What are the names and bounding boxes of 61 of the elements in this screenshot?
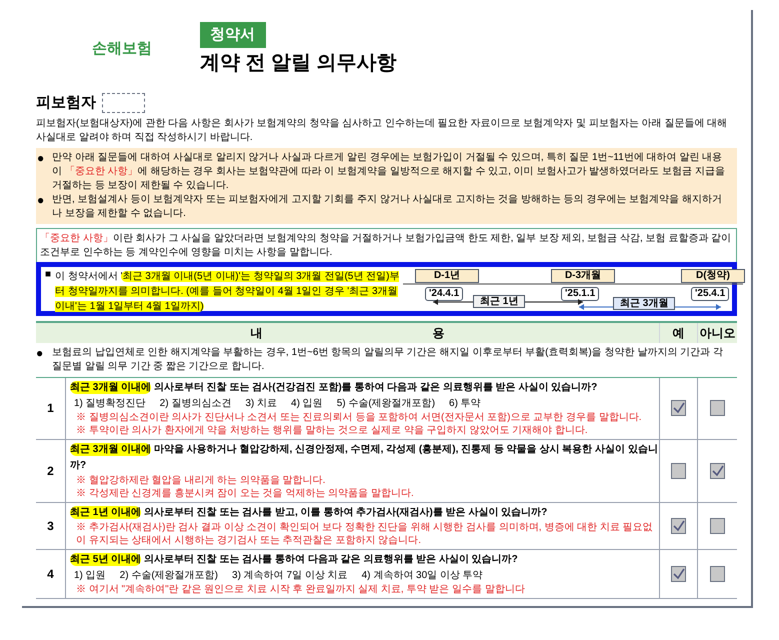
option-text: 1) 입원 [74, 568, 106, 582]
checkbox[interactable] [671, 462, 686, 478]
check-icon [672, 568, 684, 580]
question-number: 3 [36, 502, 66, 548]
timeline-date: '24.4.1 [425, 286, 464, 300]
checkbox[interactable] [671, 518, 686, 534]
timeline-label: D(청약) [681, 268, 745, 282]
bullet: ● [36, 192, 46, 208]
timeline-label: D-1년 [415, 268, 479, 282]
check-icon [672, 402, 684, 414]
checkbox[interactable] [710, 462, 725, 478]
section-label: 피보험자 [36, 93, 96, 113]
timeline-date: '25.4.1 [691, 286, 730, 300]
checkbox[interactable] [671, 400, 686, 416]
question-number: 4 [36, 550, 66, 598]
note-text: ※ 추가검사(재검사)란 검사 결과 이상 소견이 확인되어 보다 정확한 진단을 위해 시행한 검사를 의미하며, 병증에 대한 치료 필요없이 유지되는 상태에서 시행하는 경기검사 또는 추적관찰은 포함하지 않습니다. [75, 520, 654, 546]
note-text: ※ 각성제란 신경계를 흥분시켜 잠이 오는 것을 억제하는 의약품을 말합니다. [75, 486, 415, 500]
note-text: ※ 여기서 "계속하여"란 같은 원인으로 치료 시작 후 완료일까지 실제 치료, 투약 받은 일수를 말합니다 [75, 582, 526, 596]
note-text: ※ 혈압강하제란 혈압을 내리게 하는 의약품을 말합니다. [75, 474, 326, 486]
checkbox[interactable] [710, 400, 725, 416]
timeline-date: '25.1.1 [561, 286, 600, 300]
column-header: 내 [250, 324, 262, 342]
question-text: 최근 5년 이내에 의사로부터 진찰 또는 검사를 통하여 다음과 같은 의료행위를 받은 사실이 있습니까? [70, 552, 519, 568]
checkbox[interactable] [671, 566, 686, 582]
option-text: 6) 투약 [449, 396, 481, 410]
page-title: 계약 전 알릴 의무사항 [200, 51, 397, 76]
option-text: 4) 계속하여 30일 이상 투약 [362, 568, 483, 582]
intro-text: 피보험자(보험대상자)에 관한 다음 사항은 회사가 보험계약의 청약을 심사하고 인수하는데 필요한 자료이므로 보험계약자 및 피보험자는 아래 질문들에 대해 사실대로 알려야 하며 직접 작성하시기 바랍니다. [36, 116, 728, 144]
timeline-label: D-3개월 [551, 268, 615, 282]
company-name: 손해보험 [92, 38, 153, 58]
option-text: 2) 질병의심소견 [160, 396, 232, 410]
option-text: 1) 질병확정진단 [74, 396, 146, 410]
column-header: 용 [432, 324, 444, 342]
square-marker: ■ [45, 268, 52, 282]
name-field[interactable] [102, 93, 145, 114]
bullet: ● [36, 150, 46, 166]
note-text: 보험료의 납입연체로 인한 해지계약을 부활하는 경우, 1번~6번 항목의 알릴의무 기간은 해지일 이후로부터 부활(효력회복)을 청약한 날까지의 기간과 각 질문별 알릴 의무 기간 중 짧은 기간으로 합니다. [52, 346, 724, 374]
note-text: ※ 질병의심소견이란 의사가 진단서나 소견서 또는 진료의뢰서 등을 포함하여 서면(전자문서 포함)으로 교부한 경우를 말합니다. [75, 410, 643, 424]
question-number: 2 [36, 440, 66, 502]
column-header: 아니오 [700, 324, 736, 342]
question-text: 최근 3개월 이내에 의사로부터 진찰 또는 검사(건강검진 포함)를 통하여 다음과 같은 의료행위를 받은 사실이 있습니까? [70, 380, 598, 396]
period-text: 이 청약서에서 '최근 3개월 이내(5년 이내)'는 청약일의 3개월 전일(5년 전일)부터 청약일까지를 의미합니다. (예를 들어 청약일이 4월 1일인 경우 '최근 3개월 이내'는 1월 1일부터 4월 1일까지) [55, 270, 400, 310]
question-number: 1 [36, 378, 66, 438]
warning-text: 만약 아래 질문들에 대하여 사실대로 알리지 않거나 사실과 다르게 알린 경우에는 보험가입이 거절될 수 있으며, 특히 질문 1번~11번에 대하여 알린 내용이 「중요한 사항」에 해당하는 경우 회사는 보험약관에 따라 이 보험계약을 일방적으로 해지할 수 있고, 이미 보험사고가 발생하였더라도 보험금 지급을 거절하는 등 보장이 제한될 수 있습니다. [52, 150, 726, 192]
period-span-label: 최근 3개월 [613, 296, 676, 310]
column-header: 예 [672, 324, 684, 342]
question-text: 최근 3개월 이내에 마약을 사용하거나 혈압강하제, 신경안정제, 수면제, 각성제 (흥분제), 진통제 등 약물을 상시 복용한 사실이 있습니까? [70, 442, 659, 472]
note-text: ※ 투약이란 의사가 환자에게 약을 처방하는 행위를 말하는 것으로 실제로 약을 구입하지 않았어도 기재해야 합니다. [75, 424, 589, 436]
option-text: 2) 수술(제왕절개포함) [120, 568, 218, 582]
option-text: 3) 치료 [245, 396, 278, 410]
bullet: ● [36, 346, 44, 362]
option-text: 3) 계속하여 7일 이상 치료 [232, 568, 348, 582]
check-icon [712, 464, 724, 476]
checkbox[interactable] [710, 518, 725, 534]
question-text: 최근 1년 이내에 의사로부터 진찰 또는 검사를 받고, 이를 통하여 추가검사(재검사)를 받은 사실이 있습니까? [70, 504, 548, 520]
warning-text: 반면, 보험설계사 등이 보험계약자 또는 피보험자에게 고지할 기회를 주지 않거나 사실대로 고지하는 것을 방해하는 등의 경우에는 보험계약을 해지하거나 보장을 제한할 수 없습니다. [52, 192, 724, 220]
check-icon [672, 520, 684, 532]
checkbox[interactable] [710, 566, 725, 582]
option-text: 4) 입원 [291, 396, 323, 410]
option-text: 5) 수술(제왕절개포함) [336, 396, 436, 410]
period-span-label: 최근 1년 [473, 294, 526, 308]
